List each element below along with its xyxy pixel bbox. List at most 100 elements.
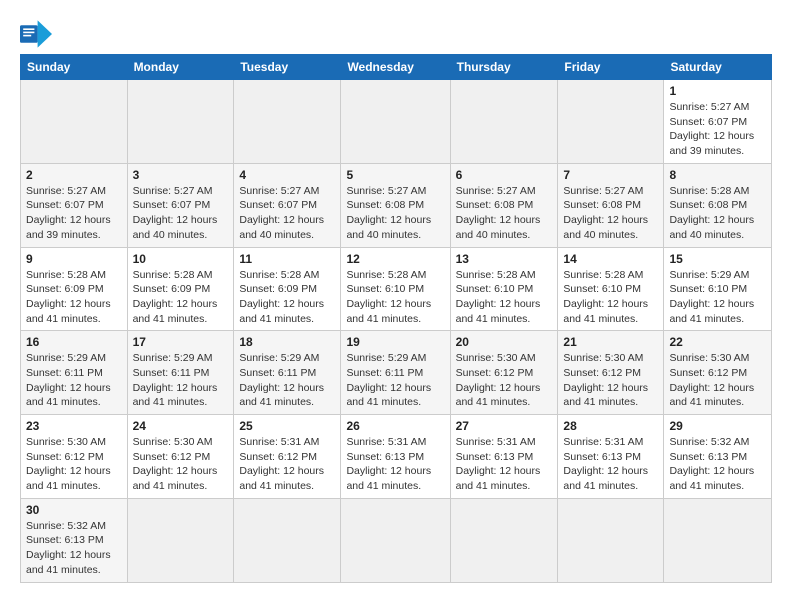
calendar-day-cell: 11 Sunrise: 5:28 AM Sunset: 6:09 PM Dayli… [234,247,341,331]
day-info: Sunrise: 5:27 AM Sunset: 6:07 PM Dayligh… [26,184,122,243]
day-info: Sunrise: 5:28 AM Sunset: 6:09 PM Dayligh… [239,268,335,327]
day-info: Sunrise: 5:29 AM Sunset: 6:11 PM Dayligh… [133,351,229,410]
day-number: 25 [239,419,335,433]
day-number: 7 [563,168,658,182]
calendar-day-cell: 20 Sunrise: 5:30 AM Sunset: 6:12 PM Dayli… [450,331,558,415]
day-info: Sunrise: 5:32 AM Sunset: 6:13 PM Dayligh… [26,519,122,578]
day-info: Sunrise: 5:28 AM Sunset: 6:08 PM Dayligh… [669,184,766,243]
day-info: Sunrise: 5:28 AM Sunset: 6:10 PM Dayligh… [346,268,444,327]
day-number: 9 [26,252,122,266]
day-info: Sunrise: 5:30 AM Sunset: 6:12 PM Dayligh… [26,435,122,494]
calendar-day-cell [234,498,341,582]
calendar-day-cell: 16Sunrise: 5:29 AM Sunset: 6:11 PM Dayli… [21,331,128,415]
day-number: 3 [133,168,229,182]
day-info: Sunrise: 5:30 AM Sunset: 6:12 PM Dayligh… [456,351,553,410]
day-number: 29 [669,419,766,433]
calendar-day-cell: 25 Sunrise: 5:31 AM Sunset: 6:12 PM Dayli… [234,415,341,499]
calendar-day-cell: 29 Sunrise: 5:32 AM Sunset: 6:13 PM Dayli… [664,415,772,499]
calendar-day-cell [234,80,341,164]
day-info: Sunrise: 5:28 AM Sunset: 6:10 PM Dayligh… [456,268,553,327]
day-number: 8 [669,168,766,182]
day-info: Sunrise: 5:30 AM Sunset: 6:12 PM Dayligh… [669,351,766,410]
day-number: 19 [346,335,444,349]
calendar-day-cell: 23 Sunrise: 5:30 AM Sunset: 6:12 PM Dayli… [21,415,128,499]
calendar-day-cell: 17 Sunrise: 5:29 AM Sunset: 6:11 PM Dayli… [127,331,234,415]
calendar-day-cell: 26Sunrise: 5:31 AM Sunset: 6:13 PM Dayli… [341,415,450,499]
day-info: Sunrise: 5:27 AM Sunset: 6:08 PM Dayligh… [563,184,658,243]
calendar-day-cell: 9 Sunrise: 5:28 AM Sunset: 6:09 PM Daylig… [21,247,128,331]
day-number: 13 [456,252,553,266]
day-number: 1 [669,84,766,98]
day-number: 24 [133,419,229,433]
day-info: Sunrise: 5:29 AM Sunset: 6:11 PM Dayligh… [239,351,335,410]
calendar-header-friday: Friday [558,55,664,80]
day-info: Sunrise: 5:28 AM Sunset: 6:09 PM Dayligh… [26,268,122,327]
day-info: Sunrise: 5:30 AM Sunset: 6:12 PM Dayligh… [563,351,658,410]
day-number: 20 [456,335,553,349]
day-number: 17 [133,335,229,349]
general-blue-logo-icon [20,20,52,48]
calendar-day-cell: 14Sunrise: 5:28 AM Sunset: 6:10 PM Dayli… [558,247,664,331]
calendar-day-cell [341,80,450,164]
calendar-week-row: 23 Sunrise: 5:30 AM Sunset: 6:12 PM Dayli… [21,415,772,499]
calendar-header-sunday: Sunday [21,55,128,80]
day-number: 27 [456,419,553,433]
day-number: 21 [563,335,658,349]
calendar-day-cell: 1Sunrise: 5:27 AM Sunset: 6:07 PM Daylig… [664,80,772,164]
calendar-day-cell: 22 Sunrise: 5:30 AM Sunset: 6:12 PM Dayli… [664,331,772,415]
day-number: 4 [239,168,335,182]
calendar-week-row: 1Sunrise: 5:27 AM Sunset: 6:07 PM Daylig… [21,80,772,164]
calendar-day-cell [450,80,558,164]
day-number: 18 [239,335,335,349]
day-info: Sunrise: 5:31 AM Sunset: 6:12 PM Dayligh… [239,435,335,494]
day-info: Sunrise: 5:27 AM Sunset: 6:08 PM Dayligh… [346,184,444,243]
day-number: 15 [669,252,766,266]
calendar-day-cell: 8 Sunrise: 5:28 AM Sunset: 6:08 PM Daylig… [664,163,772,247]
day-number: 26 [346,419,444,433]
day-info: Sunrise: 5:30 AM Sunset: 6:12 PM Dayligh… [133,435,229,494]
day-info: Sunrise: 5:27 AM Sunset: 6:07 PM Dayligh… [239,184,335,243]
calendar-day-cell [558,80,664,164]
calendar-day-cell: 21 Sunrise: 5:30 AM Sunset: 6:12 PM Dayli… [558,331,664,415]
day-info: Sunrise: 5:31 AM Sunset: 6:13 PM Dayligh… [563,435,658,494]
calendar-week-row: 30 Sunrise: 5:32 AM Sunset: 6:13 PM Dayli… [21,498,772,582]
logo [20,20,56,48]
calendar-header-wednesday: Wednesday [341,55,450,80]
calendar-day-cell: 3 Sunrise: 5:27 AM Sunset: 6:07 PM Daylig… [127,163,234,247]
day-info: Sunrise: 5:29 AM Sunset: 6:10 PM Dayligh… [669,268,766,327]
day-number: 30 [26,503,122,517]
calendar-day-cell [341,498,450,582]
calendar-day-cell: 6Sunrise: 5:27 AM Sunset: 6:08 PM Daylig… [450,163,558,247]
calendar-day-cell [127,498,234,582]
day-number: 11 [239,252,335,266]
day-info: Sunrise: 5:31 AM Sunset: 6:13 PM Dayligh… [456,435,553,494]
calendar-header-thursday: Thursday [450,55,558,80]
calendar-day-cell: 30 Sunrise: 5:32 AM Sunset: 6:13 PM Dayli… [21,498,128,582]
day-info: Sunrise: 5:28 AM Sunset: 6:10 PM Dayligh… [563,268,658,327]
calendar-day-cell: 18 Sunrise: 5:29 AM Sunset: 6:11 PM Dayli… [234,331,341,415]
calendar-day-cell: 15 Sunrise: 5:29 AM Sunset: 6:10 PM Dayli… [664,247,772,331]
calendar-week-row: 2 Sunrise: 5:27 AM Sunset: 6:07 PM Daylig… [21,163,772,247]
calendar-header-saturday: Saturday [664,55,772,80]
calendar-day-cell: 10Sunrise: 5:28 AM Sunset: 6:09 PM Dayli… [127,247,234,331]
day-info: Sunrise: 5:27 AM Sunset: 6:07 PM Dayligh… [133,184,229,243]
calendar-header-monday: Monday [127,55,234,80]
header [20,16,772,48]
calendar-day-cell: 5 Sunrise: 5:27 AM Sunset: 6:08 PM Daylig… [341,163,450,247]
day-number: 12 [346,252,444,266]
day-info: Sunrise: 5:32 AM Sunset: 6:13 PM Dayligh… [669,435,766,494]
day-number: 5 [346,168,444,182]
calendar-day-cell: 28 Sunrise: 5:31 AM Sunset: 6:13 PM Dayli… [558,415,664,499]
calendar-day-cell: 12 Sunrise: 5:28 AM Sunset: 6:10 PM Dayli… [341,247,450,331]
calendar-day-cell [450,498,558,582]
calendar-week-row: 9 Sunrise: 5:28 AM Sunset: 6:09 PM Daylig… [21,247,772,331]
calendar-day-cell: 13 Sunrise: 5:28 AM Sunset: 6:10 PM Dayli… [450,247,558,331]
day-number: 2 [26,168,122,182]
calendar-header-tuesday: Tuesday [234,55,341,80]
day-number: 23 [26,419,122,433]
day-number: 28 [563,419,658,433]
day-number: 22 [669,335,766,349]
day-info: Sunrise: 5:28 AM Sunset: 6:09 PM Dayligh… [133,268,229,327]
calendar-day-cell: 7 Sunrise: 5:27 AM Sunset: 6:08 PM Daylig… [558,163,664,247]
calendar-day-cell [127,80,234,164]
